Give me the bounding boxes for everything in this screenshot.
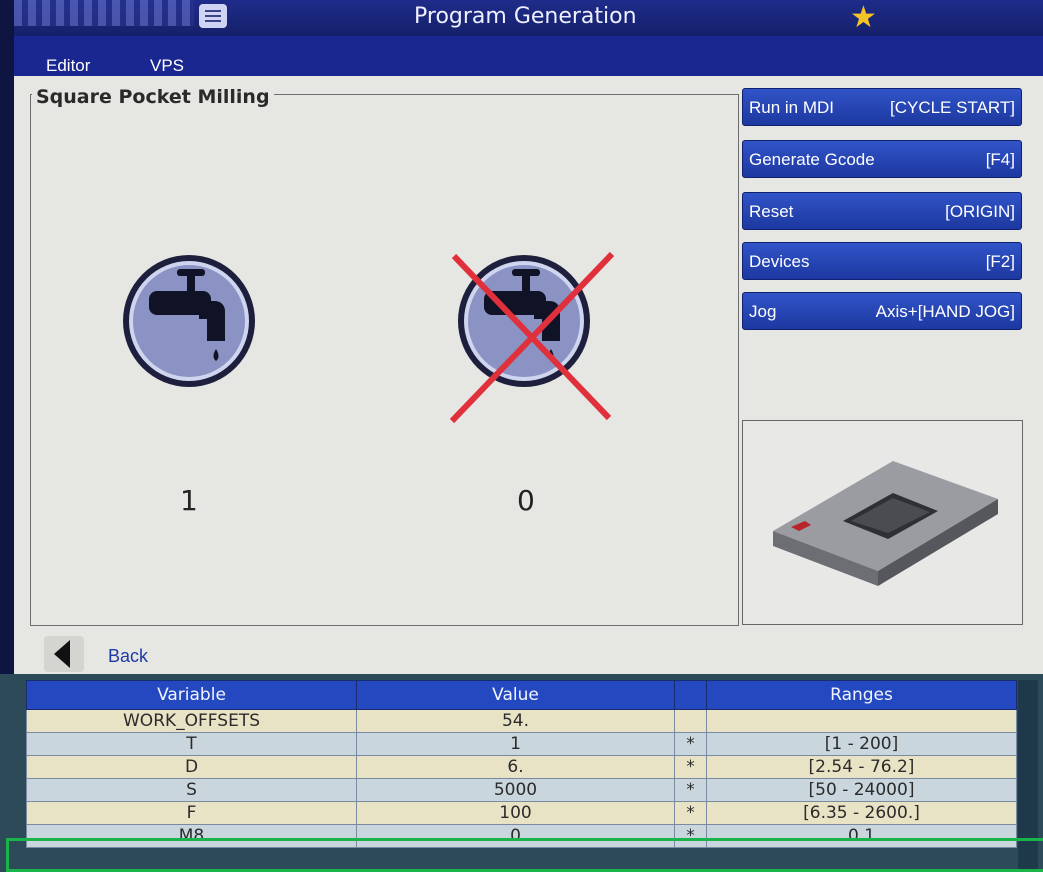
- flag-cell: *: [674, 801, 707, 825]
- button-label: Reset: [749, 202, 794, 221]
- variables-panel: Variable Value Ranges WORK_OFFSETS 54. T…: [0, 674, 1043, 872]
- flag-cell: *: [674, 824, 707, 848]
- column-header-value: Value: [356, 680, 675, 710]
- hamburger-menu-icon[interactable]: [199, 4, 227, 28]
- button-label: Run in MDI: [749, 98, 835, 117]
- tab-editor[interactable]: Editor: [46, 56, 90, 76]
- ranges-cell: [6.35 - 2600.]: [706, 801, 1017, 825]
- title-bar: Program Generation ★: [14, 0, 1043, 36]
- flag-cell: *: [674, 778, 707, 802]
- button-shortcut: [CYCLE START]: [889, 98, 1015, 117]
- vps-workspace: Square Pocket Milling 1 0 Run in MDI [CY…: [14, 76, 1043, 674]
- button-shortcut: [F4]: [985, 150, 1015, 169]
- variable-cell: F: [26, 801, 357, 825]
- devices-button[interactable]: Devices [F2]: [742, 242, 1022, 280]
- table-row-selected[interactable]: M8 0 * 0 1: [26, 824, 1017, 848]
- button-shortcut: [F2]: [985, 252, 1015, 271]
- ranges-cell: 0 1: [706, 824, 1017, 848]
- table-scrollbar[interactable]: [1018, 680, 1038, 872]
- star-icon[interactable]: ★: [850, 0, 877, 36]
- button-shortcut: Axis+[HAND JOG]: [875, 302, 1015, 321]
- generate-gcode-button[interactable]: Generate Gcode [F4]: [742, 140, 1022, 178]
- value-cell[interactable]: 100: [356, 801, 675, 825]
- back-arrow-icon: [44, 636, 84, 672]
- button-label: Jog: [749, 302, 777, 321]
- table-row[interactable]: D 6. * [2.54 - 76.2]: [26, 755, 1017, 779]
- jog-button[interactable]: Jog Axis+[HAND JOG]: [742, 292, 1022, 330]
- flag-cell: [674, 709, 707, 733]
- value-cell[interactable]: 54.: [356, 709, 675, 733]
- table-row[interactable]: S 5000 * [50 - 24000]: [26, 778, 1017, 802]
- button-shortcut: [ORIGIN]: [945, 202, 1015, 221]
- flag-cell: *: [674, 732, 707, 756]
- column-header-flag: [674, 680, 707, 710]
- value-cell[interactable]: 0: [356, 824, 675, 848]
- ranges-cell: [706, 709, 1017, 733]
- variable-cell: WORK_OFFSETS: [26, 709, 357, 733]
- tab-vps[interactable]: VPS: [150, 56, 184, 76]
- coolant-on-icon[interactable]: [119, 251, 259, 391]
- panel-title: Square Pocket Milling: [32, 86, 274, 108]
- tab-bar: Editor VPS: [14, 36, 1043, 76]
- variables-table: Variable Value Ranges WORK_OFFSETS 54. T…: [26, 680, 1017, 848]
- ranges-cell: [50 - 24000]: [706, 778, 1017, 802]
- back-label: Back: [108, 646, 149, 666]
- table-row[interactable]: WORK_OFFSETS 54.: [26, 709, 1017, 733]
- run-in-mdi-button[interactable]: Run in MDI [CYCLE START]: [742, 88, 1022, 126]
- variable-cell: T: [26, 732, 357, 756]
- reset-button[interactable]: Reset [ORIGIN]: [742, 192, 1022, 230]
- ranges-cell: [1 - 200]: [706, 732, 1017, 756]
- page-title: Program Generation: [414, 4, 637, 29]
- variable-cell: S: [26, 778, 357, 802]
- value-cell[interactable]: 5000: [356, 778, 675, 802]
- column-header-ranges: Ranges: [706, 680, 1017, 710]
- status-dots: [14, 0, 194, 26]
- table-row[interactable]: T 1 * [1 - 200]: [26, 732, 1017, 756]
- button-label: Devices: [749, 252, 810, 271]
- value-cell[interactable]: 1: [356, 732, 675, 756]
- button-label: Generate Gcode: [749, 150, 875, 169]
- coolant-off-value: 0: [517, 484, 535, 517]
- table-row[interactable]: F 100 * [6.35 - 2600.]: [26, 801, 1017, 825]
- square-pocket-part-image: [773, 461, 998, 586]
- column-header-variable: Variable: [26, 680, 357, 710]
- coolant-on-value: 1: [180, 484, 198, 517]
- variable-cell: M8: [26, 824, 357, 848]
- part-preview: [742, 420, 1023, 625]
- ranges-cell: [2.54 - 76.2]: [706, 755, 1017, 779]
- table-header-row: Variable Value Ranges: [26, 680, 1017, 710]
- flag-cell: *: [674, 755, 707, 779]
- value-cell[interactable]: 6.: [356, 755, 675, 779]
- disabled-cross-icon: [449, 251, 615, 424]
- variable-cell: D: [26, 755, 357, 779]
